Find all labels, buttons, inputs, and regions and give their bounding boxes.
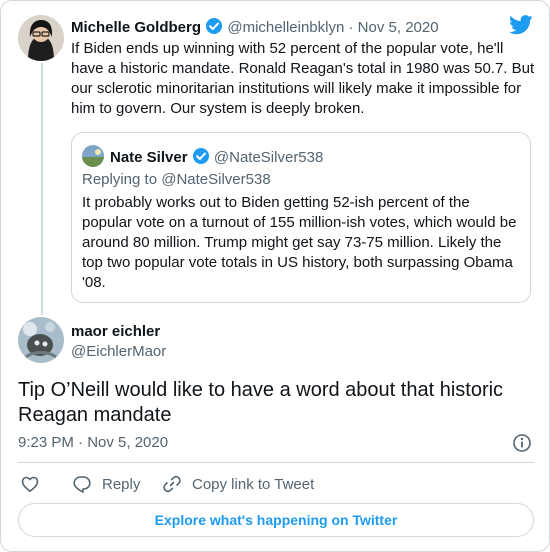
explore-twitter-button[interactable]: Explore what's happening on Twitter [18, 503, 534, 537]
thread-connector-line [41, 63, 43, 315]
quoted-tweet-card[interactable]: Nate Silver @NateSilver538 Replying to @… [71, 132, 531, 303]
replying-to-line: Replying to @NateSilver538 [82, 171, 271, 188]
replying-to-handle[interactable]: @NateSilver538 [161, 171, 270, 188]
reply-icon [73, 476, 91, 493]
avatar [82, 145, 104, 167]
info-icon[interactable] [512, 433, 532, 453]
embedded-tweet-card: Michelle Goldberg @michelleinbklyn · Nov… [0, 0, 550, 552]
quoted-author-name: Nate Silver [110, 149, 188, 166]
like-button[interactable] [20, 473, 40, 495]
link-icon [163, 475, 181, 493]
verified-badge-icon [205, 17, 223, 35]
explore-label: Explore what's happening on Twitter [154, 512, 398, 528]
avatar[interactable] [18, 15, 64, 61]
quoted-tweet-text: It probably works out to Biden getting 5… [82, 194, 517, 291]
tweet-timestamp[interactable]: 9:23 PM · Nov 5, 2020 [18, 434, 168, 451]
parent-author-name[interactable]: Michelle Goldberg [71, 19, 201, 36]
main-author-name[interactable]: maor eichler [71, 323, 160, 341]
parent-tweet-date[interactable]: Nov 5, 2020 [358, 19, 439, 36]
parent-author-handle[interactable]: @michelleinbklyn [227, 19, 344, 36]
verified-badge-icon [192, 147, 210, 165]
twitter-bird-icon[interactable] [509, 15, 533, 35]
main-tweet-text: Tip O’Neill would like to have a word ab… [18, 379, 504, 426]
main-author-handle[interactable]: @EichlerMaor [71, 343, 166, 361]
quoted-author-handle: @NateSilver538 [213, 149, 324, 166]
reply-button[interactable]: Reply [72, 473, 140, 495]
replying-to-prefix: Replying to [82, 171, 158, 188]
divider [18, 462, 534, 463]
heart-icon [21, 476, 39, 492]
parent-tweet-text: If Biden ends up winning with 52 percent… [71, 40, 535, 117]
quoted-tweet-header: Nate Silver @NateSilver538 [110, 147, 323, 167]
reply-label: Reply [102, 475, 141, 493]
parent-tweet-header: Michelle Goldberg @michelleinbklyn · Nov… [71, 17, 439, 37]
separator-dot: · [348, 19, 354, 36]
copy-link-button[interactable]: Copy link to Tweet [162, 473, 314, 495]
copy-link-label: Copy link to Tweet [192, 475, 315, 493]
avatar[interactable] [18, 317, 64, 363]
